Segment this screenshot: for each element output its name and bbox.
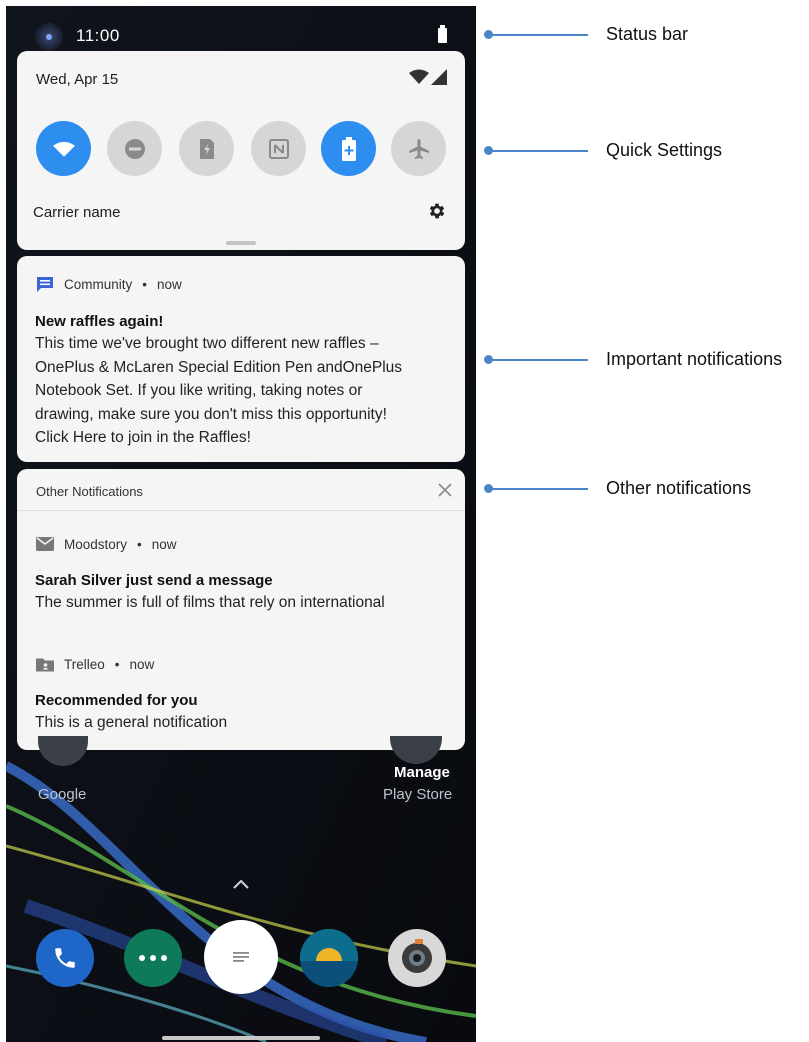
- quick-settings-panel: Wed, Apr 15 Carrier name: [17, 51, 465, 250]
- do-not-disturb-tile[interactable]: [107, 121, 162, 176]
- settings-gear-icon[interactable]: [427, 201, 447, 221]
- notification-time: now: [129, 656, 155, 672]
- annotation-line: [490, 359, 588, 361]
- body-line: drawing, make sure you don't miss this o…: [35, 405, 387, 423]
- notification-body: The summer is full of films that rely on…: [35, 594, 385, 611]
- separator-dot: •: [137, 536, 142, 552]
- annotation-line: [490, 150, 588, 152]
- body-line: OnePlus & McLaren Special Edition Pen an…: [35, 358, 403, 376]
- divider: [17, 510, 465, 511]
- auto-rotate-tile[interactable]: [179, 121, 234, 176]
- important-notification-card[interactable]: Community • now New raffles again! This …: [17, 256, 465, 462]
- other-notifications-header: Other Notifications: [36, 484, 143, 499]
- notification-body: This time we've brought two different ne…: [35, 332, 455, 450]
- notification-title: Sarah Silver just send a message: [35, 572, 273, 589]
- do-not-disturb-icon: [124, 138, 145, 159]
- notification-app-row: Community • now: [36, 276, 182, 292]
- dot-icon: [150, 955, 156, 961]
- notification-title: Recommended for you: [35, 692, 198, 709]
- notes-app-icon[interactable]: [204, 920, 278, 994]
- auto-rotate-icon: [199, 138, 214, 159]
- body-line: Notebook Set. If you like writing, takin…: [35, 382, 363, 399]
- google-label: Google: [38, 786, 87, 803]
- battery-icon: [438, 25, 447, 43]
- carrier-name: Carrier name: [33, 204, 121, 221]
- annotation-line: [490, 34, 588, 36]
- mail-icon: [36, 537, 54, 551]
- other-notifications-card: Other Notifications Moodstory • now Sara…: [17, 469, 465, 750]
- battery-saver-tile[interactable]: [321, 121, 376, 176]
- sun-icon: [300, 929, 358, 987]
- notification-title: New raffles again!: [35, 313, 164, 330]
- phone-icon: [55, 948, 75, 968]
- qs-date: Wed, Apr 15: [36, 71, 119, 88]
- annotation-other: Other notifications: [606, 478, 752, 498]
- separator-dot: •: [114, 656, 120, 672]
- camera-app-icon[interactable]: [388, 929, 446, 987]
- notification-app-name: Trelleo: [64, 656, 105, 672]
- gesture-bar[interactable]: [162, 1036, 320, 1040]
- notification-app-name: Community: [64, 276, 133, 292]
- notification-time: now: [157, 276, 182, 292]
- phone-screen: 11:00 Wed, Apr 15 Carrier name Community…: [6, 6, 476, 1042]
- nfc-icon: [268, 138, 289, 159]
- cell-signal-icon: [431, 69, 447, 85]
- notification-body: This is a general notification: [35, 714, 228, 731]
- play-store-label: Play Store: [383, 786, 453, 803]
- notification-app-row[interactable]: Trelleo • now: [36, 656, 154, 672]
- weather-app-icon[interactable]: [300, 929, 358, 987]
- annotation-status-bar: Status bar: [606, 24, 689, 44]
- dot-icon: [161, 955, 167, 961]
- status-bar: 11:00: [6, 6, 476, 52]
- phone-app-icon[interactable]: [36, 929, 94, 987]
- camera-lens-icon: [402, 939, 432, 973]
- notification-time: now: [151, 536, 177, 552]
- messages-app-icon[interactable]: [124, 929, 182, 987]
- chevron-up-icon[interactable]: [232, 878, 250, 890]
- separator-dot: •: [142, 276, 147, 292]
- lines-icon: [233, 952, 249, 962]
- annotation-quick-settings: Quick Settings: [606, 140, 723, 160]
- battery-saver-icon: [341, 136, 356, 161]
- body-line: This time we've brought two different ne…: [35, 335, 379, 352]
- wifi-tile[interactable]: [36, 121, 91, 176]
- wifi-signal-icon: [409, 69, 429, 84]
- wifi-icon: [52, 141, 75, 157]
- annotation-important: Important notifications: [606, 349, 783, 369]
- dot-icon: [139, 955, 145, 961]
- notification-app-row[interactable]: Moodstory • now: [36, 536, 177, 552]
- airplane-mode-icon: [408, 138, 429, 159]
- camera-cutout-icon: [36, 24, 62, 50]
- close-icon[interactable]: [437, 482, 453, 498]
- annotation-line: [490, 488, 588, 490]
- drag-handle[interactable]: [226, 241, 256, 245]
- folder-icon: [36, 658, 54, 672]
- status-time: 11:00: [76, 26, 120, 45]
- nfc-tile[interactable]: [251, 121, 306, 176]
- manage-label: Manage: [394, 764, 450, 781]
- body-line: Click Here to join in the Raffles!: [35, 429, 251, 446]
- airplane-mode-tile[interactable]: [391, 121, 446, 176]
- notification-app-name: Moodstory: [64, 536, 128, 552]
- community-chat-icon: [37, 277, 53, 292]
